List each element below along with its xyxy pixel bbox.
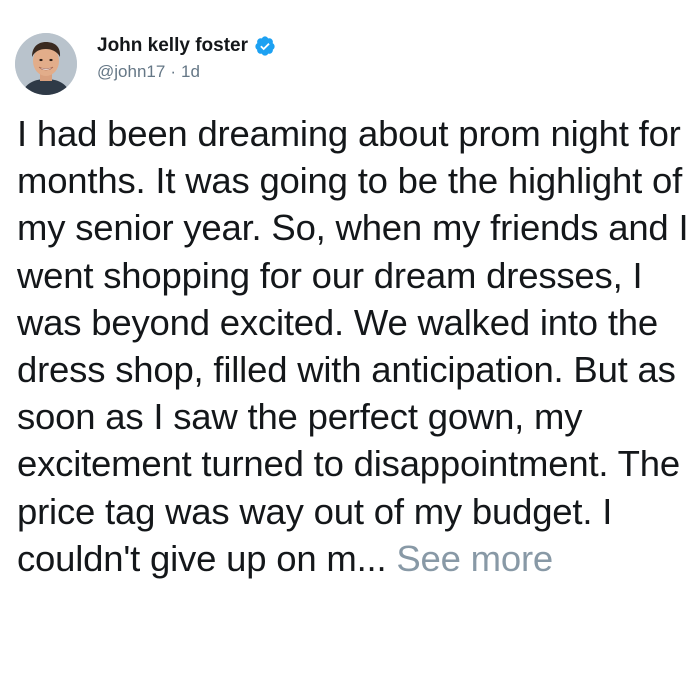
avatar[interactable]	[15, 33, 77, 95]
handle[interactable]: @john17	[97, 62, 165, 81]
display-name[interactable]: John kelly foster	[97, 35, 248, 57]
avatar-image	[15, 33, 77, 95]
tweet-text-content: I had been dreaming about prom night for…	[17, 113, 689, 579]
meta-separator: ·	[170, 62, 176, 81]
see-more-link[interactable]: See more	[396, 538, 553, 579]
tweet-meta: @john17 · 1d	[97, 62, 276, 82]
name-row: John kelly foster	[97, 34, 276, 58]
tweet-text: I had been dreaming about prom night for…	[17, 110, 692, 582]
tweet-header: John kelly foster @john17 · 1d	[97, 34, 276, 82]
verified-badge-icon	[254, 35, 276, 57]
tweet-card: John kelly foster @john17 · 1d I had been …	[0, 0, 700, 700]
timestamp[interactable]: 1d	[181, 62, 200, 81]
